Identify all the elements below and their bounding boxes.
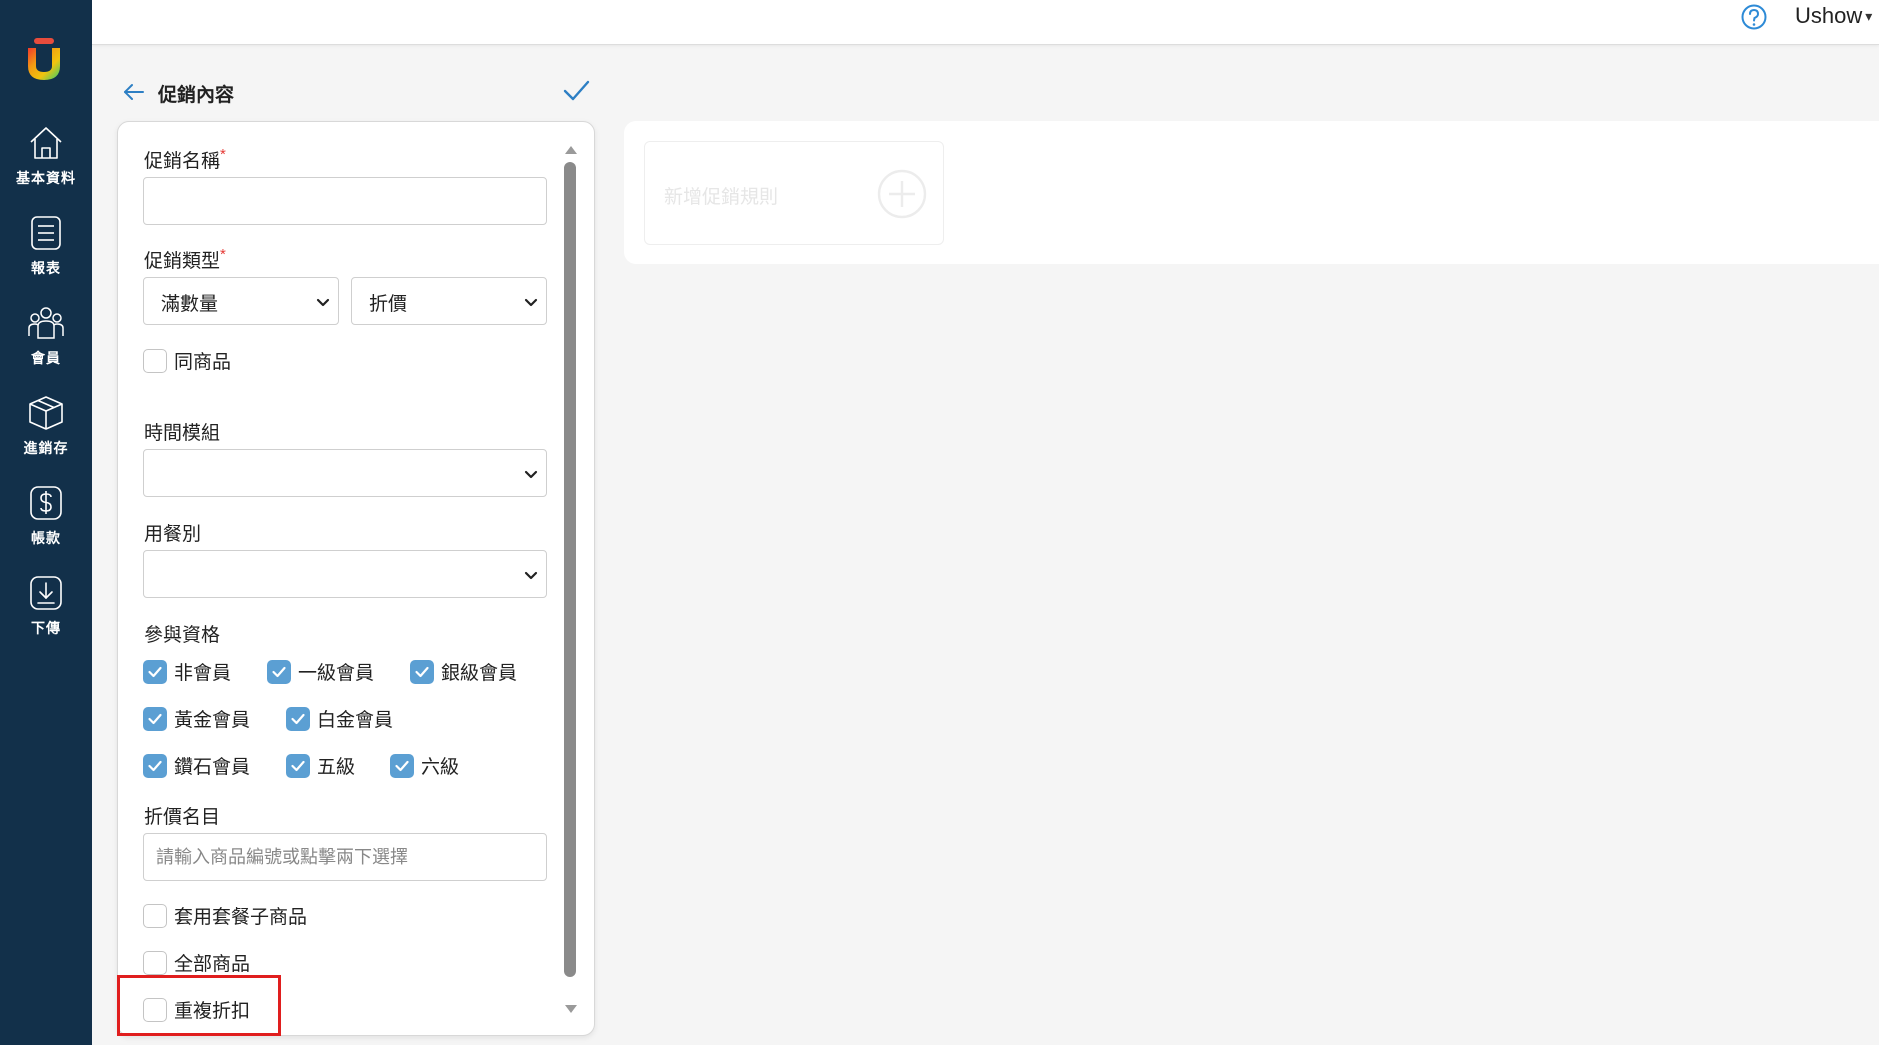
promotion-form-panel: 促銷名稱* 促銷類型* 滿數量 折價 同商品 時間模組 用餐別 參與資格 非會員… (117, 121, 595, 1036)
report-icon (31, 216, 61, 250)
checkmark-icon (148, 666, 162, 677)
checkbox-label: 銀級會員 (441, 663, 518, 684)
required-mark: * (220, 146, 226, 163)
discount-item-input[interactable] (143, 833, 547, 881)
eligibility-checkbox-level6[interactable]: 六級 (390, 752, 459, 779)
meal-type-select[interactable] (143, 550, 547, 598)
add-rule-label: 新增促銷規則 (664, 187, 779, 208)
discount-item-label: 折價名目 (144, 807, 221, 828)
add-rule-card[interactable]: 新增促銷規則 (644, 141, 944, 245)
time-module-select[interactable] (143, 449, 547, 497)
checkbox-label: 同商品 (174, 352, 232, 373)
eligibility-checkbox-diamond[interactable]: 鑽石會員 (143, 752, 250, 779)
sidebar-item-label: 進銷存 (23, 440, 69, 456)
chevron-down-icon: ▾ (1865, 7, 1873, 24)
checkmark-icon (415, 666, 429, 677)
checkbox-label: 黃金會員 (174, 710, 251, 731)
checkbox-box[interactable] (286, 706, 310, 731)
user-menu[interactable]: Ushow ▾ (1795, 3, 1872, 29)
chevron-down-icon (524, 470, 538, 479)
chevron-down-icon (316, 298, 330, 307)
eligibility-label: 參與資格 (144, 625, 221, 646)
checkmark-icon (395, 760, 409, 771)
ushow-logo (28, 38, 60, 80)
promotion-rules-panel: 新增促銷規則 (624, 121, 1879, 264)
page-title: 促銷內容 (158, 85, 235, 106)
checkbox-box[interactable] (143, 753, 167, 778)
back-arrow-icon[interactable] (121, 79, 147, 105)
sidebar-item-accounts[interactable]: 帳款 (0, 484, 92, 564)
sidebar: 基本資料 報表 會員 進銷存 帳款 下傳 (0, 0, 92, 1045)
scroll-up-arrow-icon[interactable] (564, 145, 578, 155)
checkbox-box[interactable] (410, 659, 434, 684)
promo-type-label: 促銷類型* (144, 246, 226, 272)
checkbox-label: 一級會員 (298, 663, 375, 684)
promo-name-label: 促銷名稱* (144, 146, 226, 172)
promo-type-select[interactable]: 滿數量 (143, 277, 339, 325)
confirm-check-icon[interactable] (561, 76, 591, 106)
help-icon[interactable] (1740, 3, 1768, 31)
members-icon (28, 307, 64, 339)
checkmark-icon (291, 760, 305, 771)
checkbox-label: 鑽石會員 (174, 757, 251, 778)
eligibility-checkbox-level5[interactable]: 五級 (286, 752, 355, 779)
checkmark-icon (148, 713, 162, 724)
sidebar-item-label: 報表 (31, 260, 61, 276)
top-bar (92, 0, 1879, 45)
checkbox-label: 非會員 (174, 663, 232, 684)
apply-combo-checkbox[interactable]: 套用套餐子商品 (143, 902, 307, 929)
checkbox-label: 六級 (421, 757, 460, 778)
eligibility-checkbox-non-member[interactable]: 非會員 (143, 658, 231, 685)
sidebar-item-inventory[interactable]: 進銷存 (0, 394, 92, 474)
promo-type-value: 滿數量 (161, 294, 219, 315)
sidebar-item-reports[interactable]: 報表 (0, 214, 92, 294)
time-module-label: 時間模組 (144, 423, 221, 444)
chevron-down-icon (524, 298, 538, 307)
plus-circle-icon (877, 169, 927, 219)
promo-name-input[interactable] (143, 177, 547, 225)
sidebar-item-download[interactable]: 下傳 (0, 574, 92, 654)
eligibility-checkbox-silver[interactable]: 銀級會員 (410, 658, 517, 685)
meal-type-label: 用餐別 (144, 524, 202, 545)
scroll-down-arrow-icon[interactable] (564, 1004, 578, 1014)
checkbox-box[interactable] (286, 753, 310, 778)
checkmark-icon (272, 666, 286, 677)
checkbox-box[interactable] (267, 659, 291, 684)
scrollbar-thumb[interactable] (564, 162, 576, 977)
same-product-checkbox[interactable]: 同商品 (143, 347, 231, 374)
eligibility-checkbox-platinum[interactable]: 白金會員 (286, 705, 393, 732)
eligibility-checkbox-level1[interactable]: 一級會員 (267, 658, 374, 685)
sidebar-item-label: 帳款 (31, 530, 61, 546)
all-products-checkbox[interactable]: 全部商品 (143, 949, 250, 976)
checkbox-box[interactable] (390, 753, 414, 778)
checkbox-box[interactable] (143, 659, 167, 684)
required-mark: * (220, 246, 226, 263)
checkbox-box[interactable] (143, 348, 167, 373)
checkbox-label: 套用套餐子商品 (174, 907, 308, 928)
chevron-down-icon (524, 571, 538, 580)
sidebar-item-label: 會員 (31, 350, 61, 366)
checkbox-box[interactable] (143, 706, 167, 731)
sidebar-item-members[interactable]: 會員 (0, 304, 92, 384)
checkbox-label: 全部商品 (174, 954, 251, 975)
download-icon (30, 576, 62, 610)
checkbox-box[interactable] (143, 903, 167, 928)
promo-method-value: 折價 (369, 294, 408, 315)
sidebar-item-basic-info[interactable]: 基本資料 (0, 124, 92, 204)
checkmark-icon (291, 713, 305, 724)
checkbox-label: 五級 (317, 757, 356, 778)
user-name: Ushow (1795, 3, 1863, 28)
promo-method-select[interactable]: 折價 (351, 277, 547, 325)
checkbox-box[interactable] (143, 950, 167, 975)
inventory-box-icon (29, 396, 63, 430)
sidebar-item-label: 基本資料 (16, 170, 76, 186)
home-icon (30, 127, 62, 159)
sidebar-item-label: 下傳 (31, 620, 61, 636)
checkbox-label: 白金會員 (317, 710, 394, 731)
highlight-box (117, 975, 281, 1036)
checkmark-icon (148, 760, 162, 771)
eligibility-checkbox-gold[interactable]: 黃金會員 (143, 705, 250, 732)
dollar-icon (30, 486, 62, 520)
